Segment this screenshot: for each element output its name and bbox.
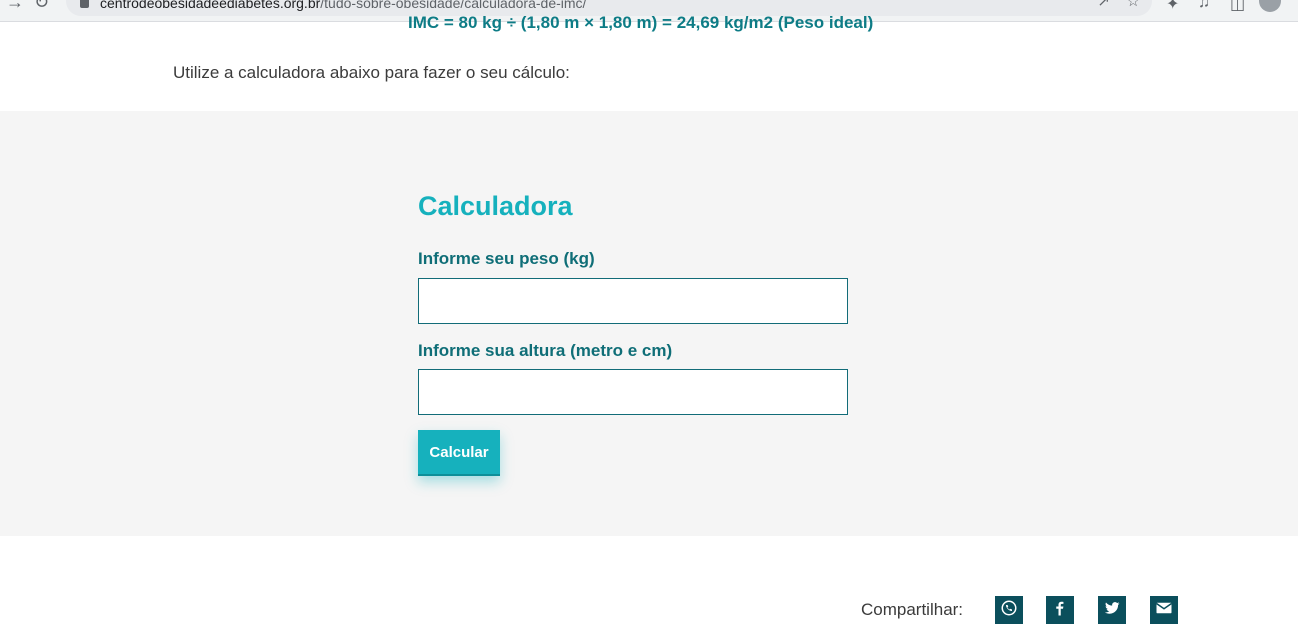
height-label: Informe sua altura (metro e cm) bbox=[418, 341, 673, 360]
media-control-icon[interactable]: ♫ bbox=[1198, 0, 1210, 12]
profile-avatar[interactable] bbox=[1259, 0, 1281, 12]
email-icon bbox=[1156, 602, 1172, 614]
extensions-puzzle-icon[interactable]: ✦ bbox=[1166, 0, 1179, 14]
share-facebook-button[interactable] bbox=[1046, 596, 1074, 624]
height-input[interactable] bbox=[418, 369, 848, 415]
share-twitter-button[interactable] bbox=[1098, 596, 1126, 624]
share-email-button[interactable] bbox=[1150, 596, 1178, 624]
imc-formula-example: IMC = 80 kg ÷ (1,80 m × 1,80 m) = 24,69 … bbox=[408, 13, 874, 32]
whatsapp-icon bbox=[1001, 600, 1017, 616]
calculator-section: Calculadora Informe seu peso (kg) Inform… bbox=[0, 111, 1298, 536]
share-label: Compartilhar: bbox=[861, 600, 964, 619]
reload-icon[interactable]: ↻ bbox=[34, 0, 49, 13]
facebook-icon bbox=[1056, 601, 1064, 616]
calculate-button[interactable]: Calcular bbox=[418, 430, 500, 476]
lock-icon[interactable] bbox=[80, 0, 89, 8]
twitter-icon bbox=[1104, 602, 1120, 614]
side-panel-icon[interactable]: ◫ bbox=[1230, 0, 1245, 14]
calculator-title: Calculadora bbox=[418, 191, 573, 221]
weight-input[interactable] bbox=[418, 278, 848, 324]
back-arrow-icon[interactable]: → bbox=[6, 0, 24, 13]
bookmark-star-icon[interactable]: ☆ bbox=[1127, 0, 1140, 10]
weight-label: Informe seu peso (kg) bbox=[418, 249, 595, 268]
url-host: centrodeobesidadeediabetes.org.br bbox=[100, 0, 321, 11]
share-page-icon[interactable]: ↗ bbox=[1097, 0, 1110, 10]
calculator-intro-text: Utilize a calculadora abaixo para fazer … bbox=[173, 63, 570, 82]
share-whatsapp-button[interactable] bbox=[995, 596, 1023, 624]
